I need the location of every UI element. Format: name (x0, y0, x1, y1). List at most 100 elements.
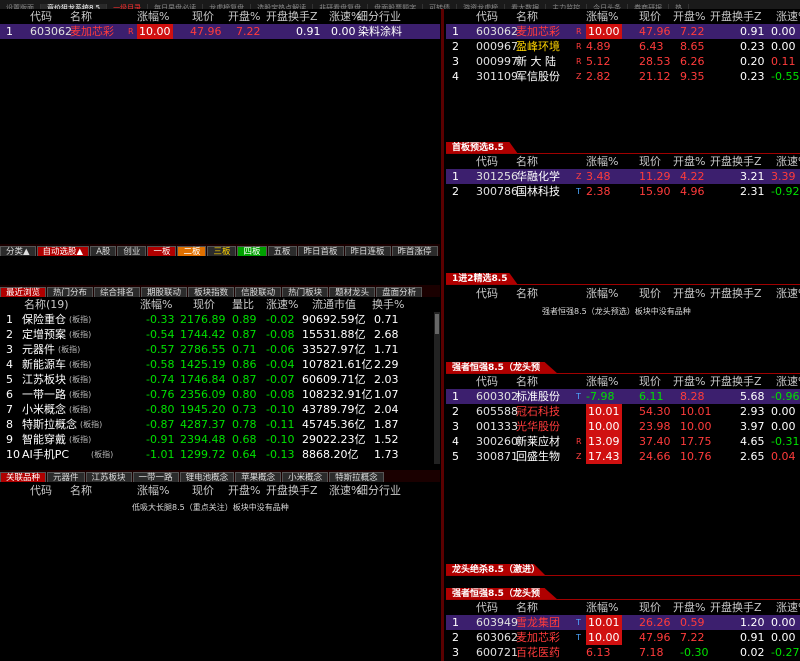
column-header[interactable]: 涨速% (266, 297, 298, 312)
tab-item[interactable]: 小米概念 (282, 472, 329, 482)
tab-item[interactable]: 热门板块 (282, 287, 329, 297)
tab-item[interactable]: 综合排名 (94, 287, 141, 297)
column-header[interactable]: 开盘% (228, 483, 260, 498)
column-header[interactable]: 涨速% (776, 286, 800, 301)
column-header[interactable]: 开盘换手Z (710, 286, 762, 301)
column-header[interactable]: 现价 (193, 297, 215, 312)
column-header[interactable]: 开盘换手Z (710, 374, 762, 389)
column-header[interactable]: 开盘% (673, 286, 705, 301)
sector-row[interactable]: 6 一带一路 (板指) -0.76 2356.09 0.80 -0.08 108232.91亿… (0, 387, 440, 402)
tab-item[interactable]: 二板 (177, 246, 207, 256)
table-row[interactable]: 3 600721 百花医药 6.13 7.18 -0.30 0.02 -0.27 (446, 645, 800, 660)
tab-item[interactable]: 一板 (147, 246, 177, 256)
column-header[interactable]: 名称 (70, 9, 92, 24)
column-header[interactable]: 名称 (70, 483, 92, 498)
tab-item[interactable]: 元器件 (47, 472, 85, 482)
column-header[interactable]: 开盘% (673, 154, 705, 169)
tab-item[interactable]: 苹果概念 (235, 472, 282, 482)
table-row[interactable]: 1 603949 雪龙集团 T 10.01 26.26 0.59 1.20 0.00 (446, 615, 800, 630)
sector-row[interactable]: 9 智能穿戴 (板指) -0.91 2394.48 0.68 -0.10 29022.23亿 1… (0, 432, 440, 447)
column-header[interactable]: 现价 (192, 483, 214, 498)
tab-item[interactable]: 锂电池概念 (179, 472, 235, 482)
table-row[interactable]: 2 605588 冠石科技 10.01 54.30 10.01 2.93 0.00 (446, 404, 800, 419)
tab-item[interactable]: A股 (90, 246, 117, 256)
sector-row[interactable]: 7 小米概念 (板指) -0.80 1945.20 0.73 -0.10 43789.79亿 2… (0, 402, 440, 417)
column-header[interactable]: 现价 (639, 9, 661, 24)
sector-row[interactable]: 5 江苏板块 (板指) -0.74 1746.84 0.87 -0.07 60609.71亿 2… (0, 372, 440, 387)
table-row[interactable]: 5 300871 回盛生物 Z 17.43 24.66 10.76 2.65 0.04 (446, 449, 800, 464)
table-row[interactable]: 1 603062 麦加芯彩 R 10.00 47.96 7.22 0.91 0.00 (446, 24, 800, 39)
table-row[interactable]: 4 301109 军信股份 Z 2.82 21.12 9.35 0.23 -0.55 (446, 69, 800, 84)
column-header[interactable]: 现价 (639, 374, 661, 389)
column-header[interactable]: 开盘% (673, 600, 705, 615)
column-header[interactable]: 代码 (476, 600, 498, 615)
column-header[interactable]: 流通市值 (312, 297, 356, 312)
tab-item[interactable]: 最近浏览 (0, 287, 47, 297)
column-header[interactable]: 开盘换手Z (266, 483, 318, 498)
column-header[interactable]: 量比 (232, 297, 254, 312)
table-row[interactable]: 1 603062 麦加芯彩 R 10.00 47.96 7.22 0.91 0.00 染料涂料 (0, 24, 440, 39)
column-header[interactable]: 开盘换手Z (710, 9, 762, 24)
sector-row[interactable]: 8 特斯拉概念 (板指) -0.87 4287.37 0.78 -0.11 45745.36亿… (0, 417, 440, 432)
column-header[interactable]: 换手% (372, 297, 404, 312)
column-header[interactable]: 开盘换手Z (710, 154, 762, 169)
column-header[interactable]: 涨幅% (586, 9, 618, 24)
column-header[interactable]: 涨幅% (137, 9, 169, 24)
column-header[interactable]: 细分行业 (357, 483, 401, 498)
table-row[interactable]: 2 000967 盈峰环境 R 4.89 6.43 8.65 0.23 0.00 (446, 39, 800, 54)
tab-item[interactable]: 盘面分析 (376, 287, 423, 297)
column-header[interactable]: 开盘% (673, 9, 705, 24)
sector-scroll-thumb[interactable] (435, 314, 439, 334)
column-header[interactable]: 涨幅% (586, 600, 618, 615)
table-row[interactable]: 2 300786 国林科技 T 2.38 15.90 4.96 2.31 -0.92 (446, 184, 800, 199)
tab-item[interactable]: 板块指数 (188, 287, 235, 297)
tab-item[interactable]: 三板 (207, 246, 237, 256)
column-header[interactable]: 代码 (476, 374, 498, 389)
sector-row[interactable]: 10 AI手机PC (板指) -1.01 1299.72 0.64 -0.13 8868.20… (0, 447, 440, 462)
column-header[interactable]: 涨速% (776, 154, 800, 169)
column-header[interactable]: 名称 (516, 9, 538, 24)
tab-item[interactable]: 创业 (117, 246, 147, 256)
sector-scrollbar[interactable] (434, 312, 440, 464)
tab-item[interactable]: 题材龙头 (329, 287, 376, 297)
column-header[interactable]: 现价 (639, 286, 661, 301)
column-header[interactable]: 代码 (30, 483, 52, 498)
tab-item[interactable]: 关联品种 (0, 472, 47, 482)
table-row[interactable]: 2 603062 麦加芯彩 T 10.00 47.96 7.22 0.91 0.00 (446, 630, 800, 645)
tab-item[interactable]: 五板 (267, 246, 297, 256)
table-row[interactable]: 4 300260 新莱应材 R 13.09 37.40 17.75 4.65 -0.31 (446, 434, 800, 449)
column-header[interactable]: 涨速% (776, 9, 800, 24)
tab-item[interactable]: 江苏板块 (85, 472, 132, 482)
column-header[interactable]: 现价 (639, 154, 661, 169)
column-header[interactable]: 开盘换手Z (266, 9, 318, 24)
column-header[interactable]: 代码 (476, 154, 498, 169)
table-row[interactable]: 3 001333 光华股份 10.00 23.98 10.00 3.97 0.00 (446, 419, 800, 434)
column-header[interactable]: 名称 (516, 286, 538, 301)
column-header[interactable]: 涨幅% (140, 297, 172, 312)
sector-row[interactable]: 4 新能源车 (板指) -0.58 1425.19 0.86 -0.04 107821.61亿… (0, 357, 440, 372)
sector-row[interactable]: 3 元器件 (板指) -0.57 2786.55 0.71 -0.06 33527.97亿 1.… (0, 342, 440, 357)
column-header[interactable]: 涨幅% (586, 286, 618, 301)
tab-item[interactable]: 一带一路 (132, 472, 179, 482)
tab-item[interactable]: 期股联动 (141, 287, 188, 297)
column-header[interactable]: 涨速% (776, 374, 800, 389)
column-header[interactable]: 开盘换手Z (710, 600, 762, 615)
column-header[interactable]: 代码 (30, 9, 52, 24)
column-header[interactable]: 现价 (639, 600, 661, 615)
tab-item[interactable]: 信股联动 (235, 287, 282, 297)
tab-item[interactable]: 特斯拉概念 (329, 472, 384, 482)
tab-item[interactable]: 四板 (237, 246, 267, 256)
column-header[interactable]: 代码 (476, 286, 498, 301)
column-header[interactable]: 涨幅% (137, 483, 169, 498)
tab-item[interactable]: 昨日首板 (297, 246, 344, 256)
column-header[interactable]: 涨幅% (586, 154, 618, 169)
table-row[interactable]: 1 301256 华融化学 Z 3.48 11.29 4.22 3.21 3.39 (446, 169, 800, 184)
tab-item[interactable]: 自动选股▲ (36, 246, 90, 256)
column-header[interactable]: 涨幅% (586, 374, 618, 389)
column-header[interactable]: 细分行业 (357, 9, 401, 24)
tab-item[interactable]: 昨日连板 (344, 246, 391, 256)
column-header[interactable]: 名称 (516, 154, 538, 169)
column-header[interactable]: 涨速% (776, 600, 800, 615)
column-header[interactable]: 名称 (516, 374, 538, 389)
column-header[interactable]: 开盘% (228, 9, 260, 24)
